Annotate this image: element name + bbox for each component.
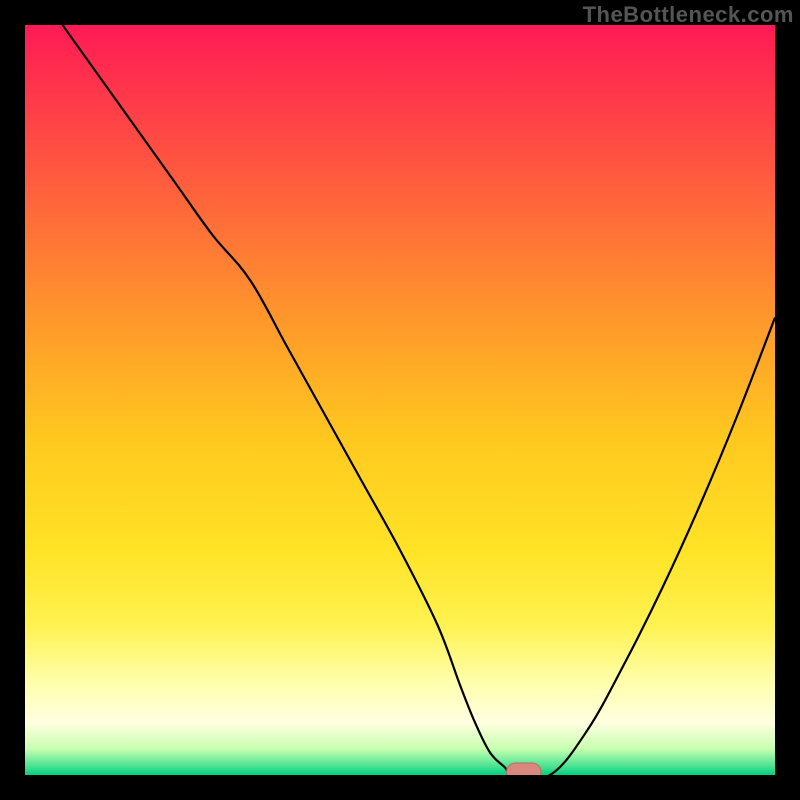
watermark-text: TheBottleneck.com — [583, 2, 794, 28]
gradient-background — [25, 25, 775, 775]
optimal-marker — [507, 763, 542, 775]
chart-frame: TheBottleneck.com — [0, 0, 800, 800]
chart-svg — [25, 25, 775, 775]
plot-area — [25, 25, 775, 775]
